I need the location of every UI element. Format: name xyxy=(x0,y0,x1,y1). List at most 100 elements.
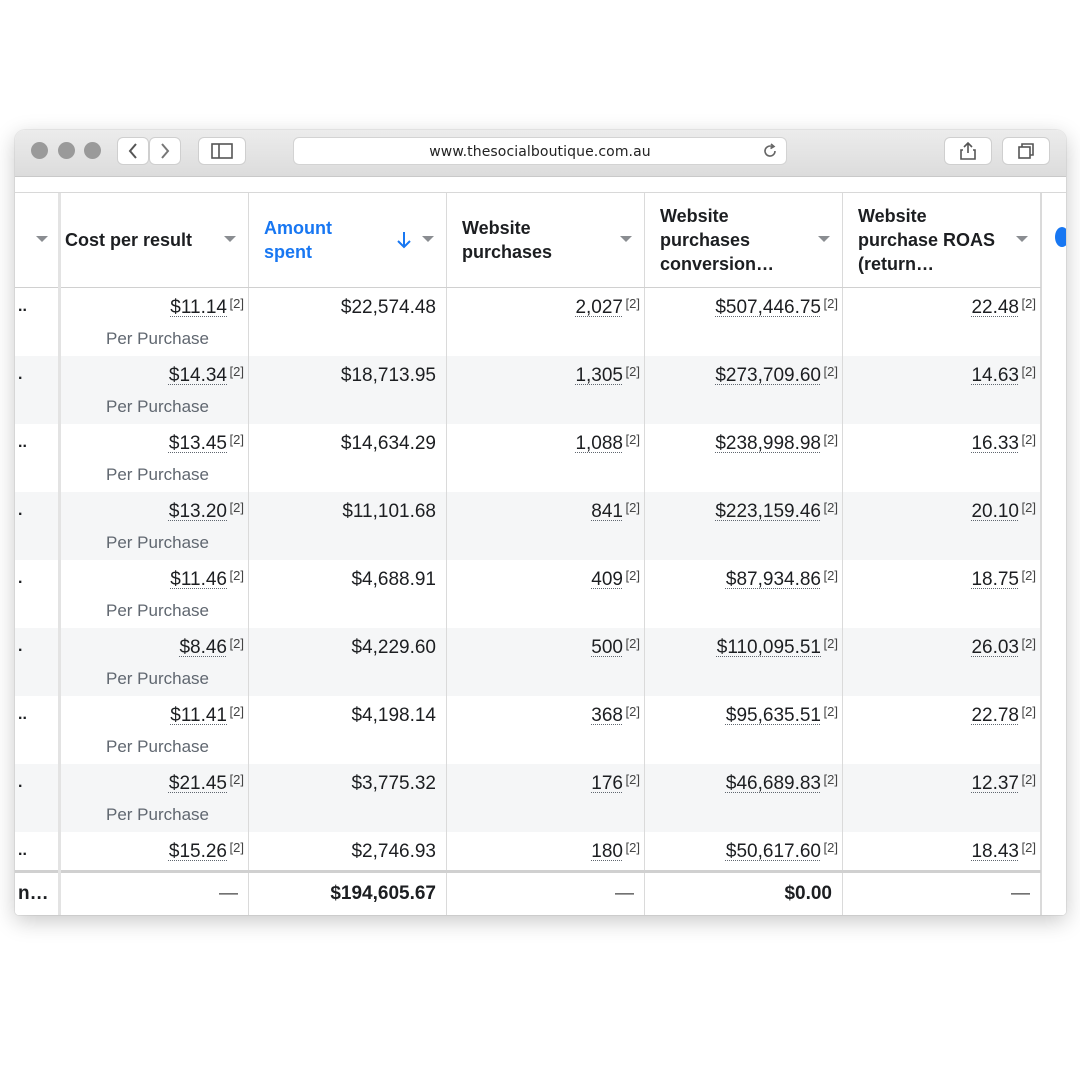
conversion-value-value[interactable]: $87,934.86 [2] xyxy=(726,568,838,591)
column-menu-caret-icon[interactable] xyxy=(36,236,48,242)
cost-per-result-value[interactable]: $13.20 [2] xyxy=(169,500,244,523)
column-header-amount-spent[interactable]: Amount spent xyxy=(249,193,447,287)
purchase-roas-value[interactable]: 12.37 [2] xyxy=(971,772,1036,795)
add-column-icon[interactable] xyxy=(1055,227,1066,247)
amount-spent-cell: $22,574.48 xyxy=(249,288,447,356)
truncated-name-cell: . xyxy=(15,764,59,832)
totals-conversion-value: $0.00 xyxy=(784,883,832,904)
close-window-button[interactable] xyxy=(31,142,48,159)
conversion-value-value[interactable]: $110,095.51 [2] xyxy=(716,636,838,659)
website-purchases-value[interactable]: 1,088 [2] xyxy=(575,432,640,455)
tabs-button[interactable] xyxy=(1002,137,1050,165)
reload-icon[interactable] xyxy=(760,141,780,161)
purchase-roas-value[interactable]: 18.75 [2] xyxy=(971,568,1036,591)
address-bar[interactable]: www.thesocialboutique.com.au xyxy=(293,137,787,165)
website-purchases-value[interactable]: 2,027 [2] xyxy=(575,296,640,319)
column-header-purchases-conversion[interactable]: Website purchases conversion… xyxy=(645,193,843,287)
website-purchases-value[interactable]: 176 [2] xyxy=(591,772,640,795)
column-header-cost-per-result[interactable]: Cost per result xyxy=(59,193,249,287)
reference-marker: [2] xyxy=(1021,296,1036,311)
share-button[interactable] xyxy=(944,137,992,165)
truncated-name: .. xyxy=(18,298,27,315)
sort-descending-icon[interactable] xyxy=(396,230,412,250)
amount-spent-cell: $4,688.91 xyxy=(249,560,447,628)
purchase-roas-value[interactable]: 20.10 [2] xyxy=(971,500,1036,523)
amount-spent-cell: $4,198.14 xyxy=(249,696,447,764)
column-header-label: Amount spent xyxy=(264,218,332,262)
website-purchases-value[interactable]: 1,305 [2] xyxy=(575,364,640,387)
purchase-roas-value[interactable]: 22.48 [2] xyxy=(971,296,1036,319)
column-menu-caret-icon[interactable] xyxy=(224,236,236,242)
cost-per-result-value[interactable]: $8.46 [2] xyxy=(179,636,244,659)
table-row[interactable]: . $13.20 [2] Per Purchase $11,101.68 841 [2] $2… xyxy=(15,492,1066,560)
cost-per-result-cell: $11.46 [2] Per Purchase xyxy=(59,560,249,628)
conversion-value-value-text: $46,689.83 xyxy=(725,773,821,794)
cost-per-result-value-text: $11.46 xyxy=(170,569,227,590)
column-menu-caret-icon[interactable] xyxy=(1016,236,1028,242)
totals-purchases-cell: — xyxy=(447,873,645,915)
conversion-value-value[interactable]: $46,689.83 [2] xyxy=(725,772,838,795)
truncated-name: .. xyxy=(18,434,27,451)
website-purchases-value[interactable]: 841 [2] xyxy=(591,500,640,523)
purchase-roas-value[interactable]: 18.43 [2] xyxy=(971,840,1036,863)
purchase-roas-value[interactable]: 16.33 [2] xyxy=(971,432,1036,455)
website-purchases-value[interactable]: 368 [2] xyxy=(591,704,640,727)
back-button[interactable] xyxy=(117,137,149,165)
minimize-window-button[interactable] xyxy=(58,142,75,159)
conversion-value-value-text: $50,617.60 xyxy=(725,841,821,862)
website-purchases-value[interactable]: 180 [2] xyxy=(591,840,640,863)
table-row[interactable]: . $11.46 [2] Per Purchase $4,688.91 409 [2] $87… xyxy=(15,560,1066,628)
cost-per-result-value[interactable]: $11.46 [2] xyxy=(170,568,244,591)
share-icon xyxy=(960,141,976,160)
cost-per-result-value[interactable]: $21.45 [2] xyxy=(169,772,244,795)
cost-per-result-value[interactable]: $11.14 [2] xyxy=(170,296,244,319)
sidebar-button[interactable] xyxy=(198,137,246,165)
website-purchases-value-text: 368 xyxy=(591,705,623,726)
cost-per-result-value[interactable]: $11.41 [2] xyxy=(170,704,244,727)
conversion-value-value[interactable]: $507,446.75 [2] xyxy=(715,296,838,319)
website-purchases-cell: 2,027 [2] xyxy=(447,288,645,356)
column-header-label: Website purchases conversion… xyxy=(660,206,775,274)
conversion-value-value[interactable]: $238,998.98 [2] xyxy=(715,432,838,455)
table-row[interactable]: . $14.34 [2] Per Purchase $18,713.95 1,305 [2]… xyxy=(15,356,1066,424)
cost-per-result-value-text: $14.34 xyxy=(168,365,227,386)
reference-marker: [2] xyxy=(229,568,244,583)
toolbar-strip xyxy=(15,177,1066,193)
purchase-roas-value[interactable]: 22.78 [2] xyxy=(971,704,1036,727)
table-row[interactable]: .. $13.45 [2] Per Purchase $14,634.29 1,088 [2… xyxy=(15,424,1066,492)
column-menu-caret-icon[interactable] xyxy=(818,236,830,242)
column-header-website-purchases[interactable]: Website purchases xyxy=(447,193,645,287)
cost-per-result-value[interactable]: $15.26 [2] xyxy=(169,840,244,863)
website-purchases-value-text: 409 xyxy=(591,569,623,590)
table-row[interactable]: . $21.45 [2] Per Purchase $3,775.32 176 [2] $46… xyxy=(15,764,1066,832)
cost-per-result-value[interactable]: $13.45 [2] xyxy=(169,432,244,455)
table-row[interactable]: .. $11.41 [2] Per Purchase $4,198.14 368 [2] $9… xyxy=(15,696,1066,764)
purchase-roas-cell: 20.10 [2] xyxy=(843,492,1041,560)
website-purchases-value[interactable]: 500 [2] xyxy=(591,636,640,659)
zoom-window-button[interactable] xyxy=(84,142,101,159)
table-row[interactable]: . $8.46 [2] Per Purchase $4,229.60 500 [2] $110… xyxy=(15,628,1066,696)
truncated-name-cell: . xyxy=(15,628,59,696)
browser-toolbar: www.thesocialboutique.com.au xyxy=(15,130,1066,177)
totals-amount-spent: $194,605.67 xyxy=(330,883,436,904)
page-content: Cost per result Amount spent Website pur… xyxy=(15,177,1066,915)
column-header-purchase-roas[interactable]: Website purchase ROAS (return… xyxy=(843,193,1041,287)
cost-per-result-value[interactable]: $14.34 [2] xyxy=(168,364,244,387)
column-menu-caret-icon[interactable] xyxy=(620,236,632,242)
conversion-value-value[interactable]: $95,635.51 [2] xyxy=(726,704,838,727)
conversion-value-value[interactable]: $223,159.46 [2] xyxy=(715,500,838,523)
purchase-roas-value[interactable]: 26.03 [2] xyxy=(971,636,1036,659)
column-menu-caret-icon[interactable] xyxy=(422,236,434,242)
conversion-value-value[interactable]: $50,617.60 [2] xyxy=(725,840,838,863)
website-purchases-value[interactable]: 409 [2] xyxy=(591,568,640,591)
conversion-value-value-text: $110,095.51 xyxy=(716,637,821,658)
conversion-value-cell: $238,998.98 [2] xyxy=(645,424,843,492)
table-row[interactable]: .. $11.14 [2] Per Purchase $22,574.48 2,027 [2… xyxy=(15,288,1066,356)
purchase-roas-cell: 18.75 [2] xyxy=(843,560,1041,628)
conversion-value-value[interactable]: $273,709.60 [2] xyxy=(715,364,838,387)
forward-button[interactable] xyxy=(149,137,181,165)
column-header-truncated[interactable] xyxy=(15,193,59,287)
totals-cost: — xyxy=(219,883,238,904)
purchase-roas-value[interactable]: 14.63 [2] xyxy=(971,364,1036,387)
truncated-name: . xyxy=(18,570,23,587)
